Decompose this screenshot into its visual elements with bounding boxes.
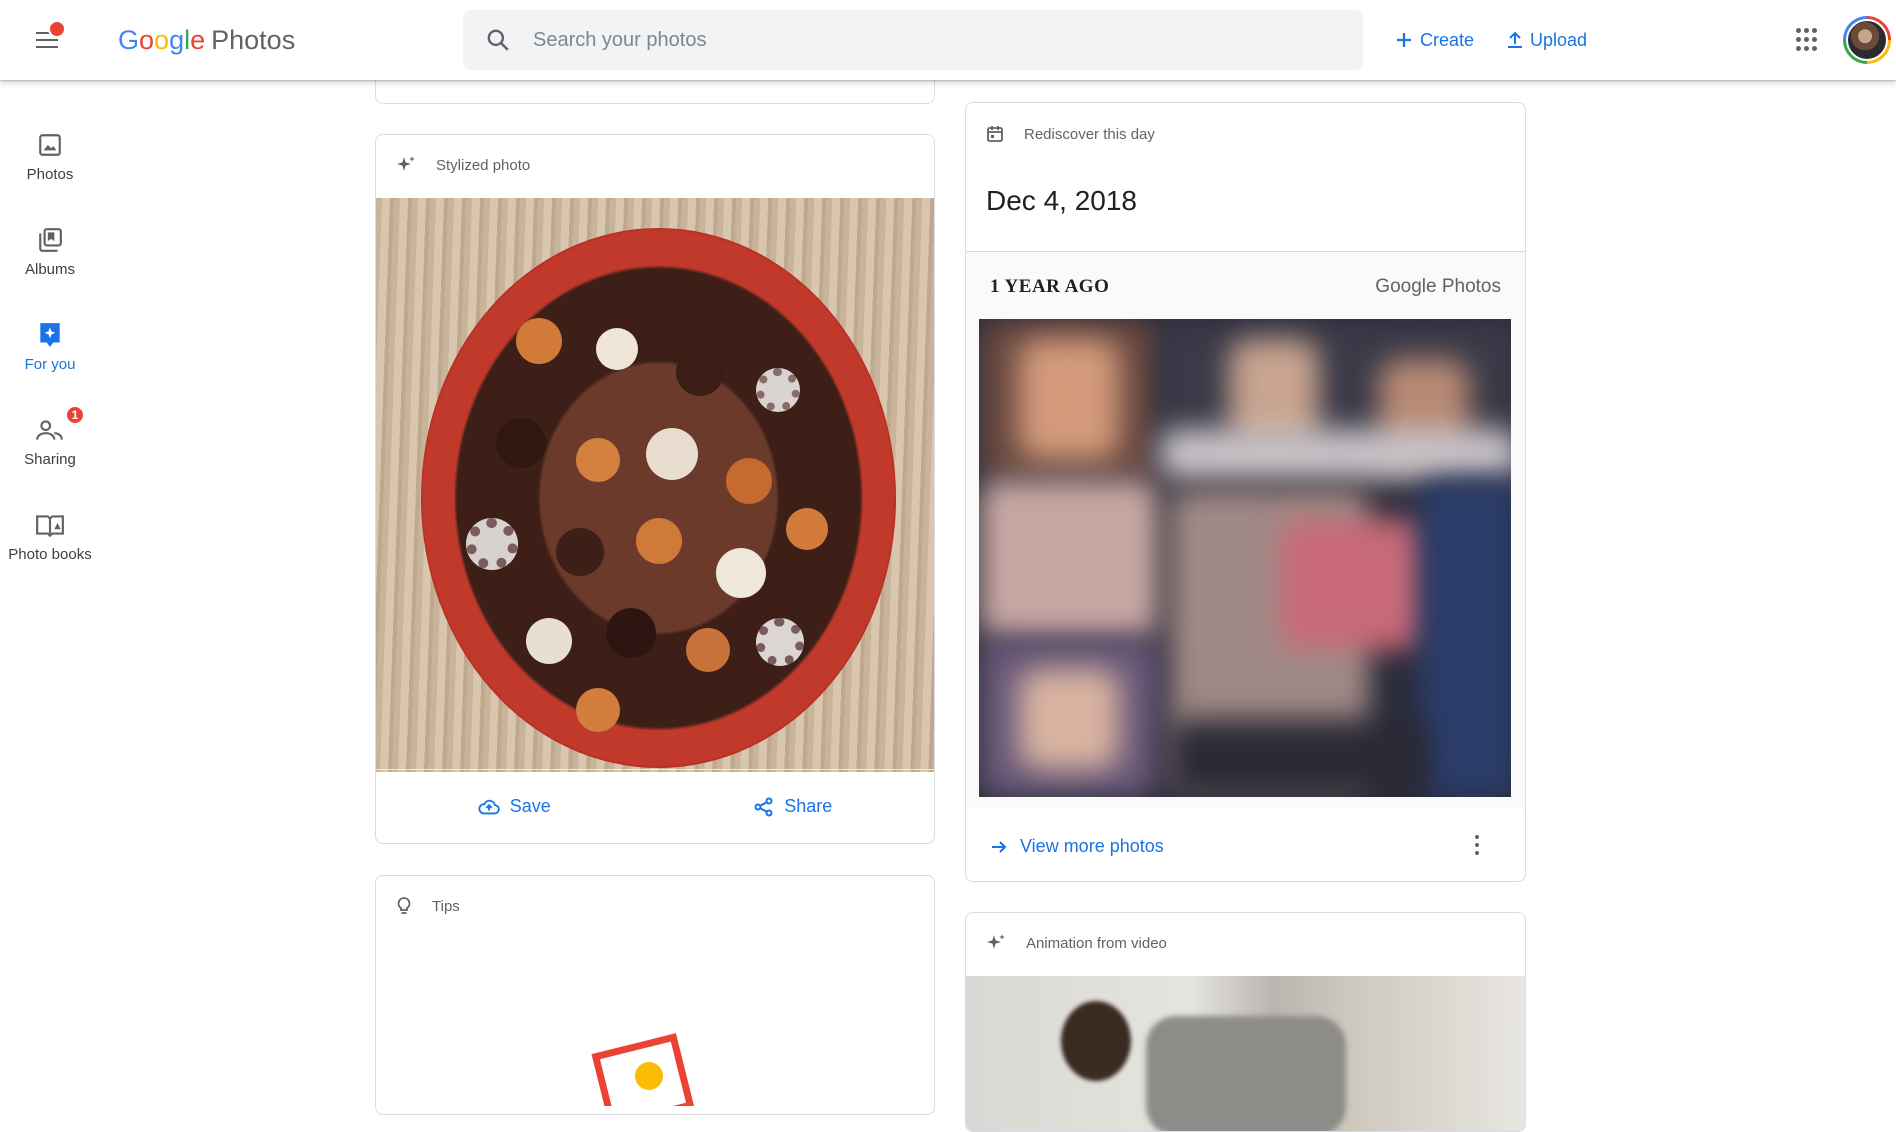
google-wordmark: Google	[118, 24, 206, 55]
save-button[interactable]: Save	[478, 796, 551, 817]
main-menu-button[interactable]	[30, 20, 66, 54]
share-icon	[754, 797, 773, 816]
albums-icon	[39, 228, 62, 252]
upload-icon	[1508, 31, 1522, 48]
product-name: Photos	[211, 24, 296, 55]
google-photos-logo[interactable]: Google Photos	[118, 22, 295, 58]
lightbulb-icon	[397, 897, 411, 914]
nav-item-photos[interactable]: Photos	[0, 130, 100, 210]
for-you-icon	[40, 323, 60, 347]
card-header: Animation from video	[966, 913, 1525, 973]
notification-dot	[48, 20, 66, 38]
create-button[interactable]: Create	[1394, 26, 1474, 54]
search-bar[interactable]	[463, 10, 1363, 70]
plus-icon	[1397, 33, 1411, 47]
collage-brand: Google Photos	[1375, 276, 1501, 297]
card-actions: Save Share	[376, 769, 934, 843]
card-header: Rediscover this day	[966, 103, 1525, 165]
view-more-photos-link[interactable]: View more photos	[990, 836, 1164, 857]
tips-card: Tips	[375, 875, 935, 1115]
stylized-photo-image[interactable]	[376, 198, 934, 772]
sharing-badge: 1	[65, 405, 85, 425]
top-app-bar: Google Photos Create Upload	[0, 0, 1896, 80]
nav-item-albums[interactable]: Albums	[0, 225, 100, 305]
sharing-icon	[36, 420, 63, 440]
rediscover-card: Rediscover this day Dec 4, 2018 1 YEAR A…	[965, 102, 1526, 882]
calendar-icon	[987, 126, 1003, 142]
search-icon[interactable]	[485, 27, 511, 53]
stylized-photo-card: Stylized photo Save Share	[375, 134, 935, 844]
animation-thumbnail[interactable]	[966, 976, 1525, 1131]
upload-button[interactable]: Upload	[1506, 26, 1587, 54]
arrow-right-icon	[992, 840, 1007, 853]
cloud-upload-icon	[478, 799, 500, 814]
nav-item-for-you[interactable]: For you	[0, 320, 100, 400]
card-header: Tips	[376, 876, 934, 936]
rediscover-date: Dec 4, 2018	[986, 185, 1137, 216]
card-header: Stylized photo	[376, 135, 934, 195]
nav-item-sharing[interactable]: 1 Sharing	[0, 405, 100, 495]
google-apps-icon[interactable]	[1796, 28, 1820, 52]
tips-illustration	[591, 1033, 695, 1106]
photo-icon	[39, 134, 61, 156]
share-button[interactable]: Share	[754, 796, 832, 817]
memory-collage[interactable]: 1 YEAR AGO Google Photos	[966, 251, 1525, 809]
sparkle-icon	[397, 156, 415, 171]
collage-heading: 1 YEAR AGO	[990, 276, 1110, 297]
nav-item-photo-books[interactable]: Photo books	[0, 510, 100, 590]
more-options-icon[interactable]	[1465, 833, 1489, 857]
account-avatar[interactable]	[1843, 16, 1891, 64]
photo-books-icon	[36, 515, 64, 538]
animation-card: Animation from video	[965, 912, 1526, 1132]
collage-photos[interactable]	[979, 319, 1511, 797]
search-input[interactable]	[533, 28, 1313, 52]
sparkle-icon	[987, 934, 1005, 949]
